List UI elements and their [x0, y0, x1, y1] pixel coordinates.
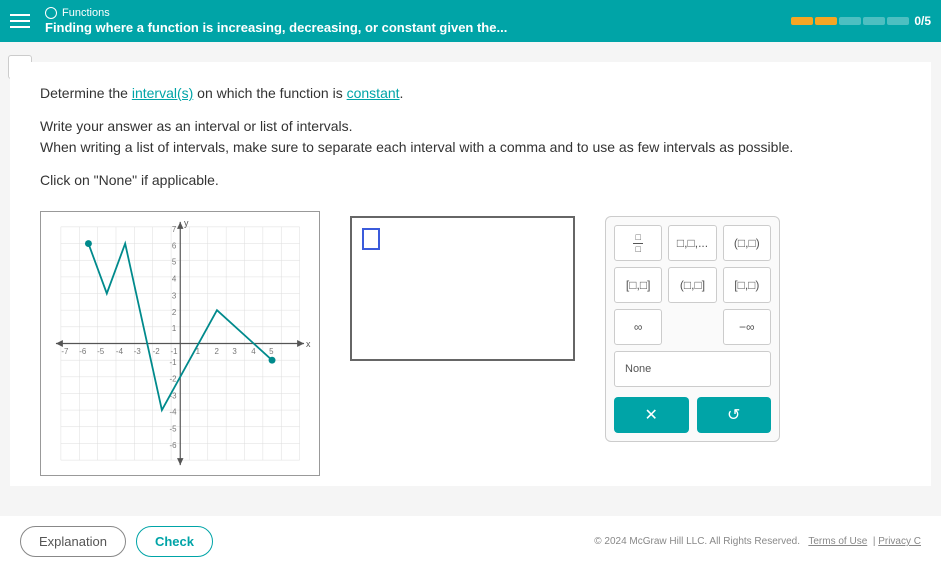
svg-text:-2: -2	[170, 375, 177, 384]
key-neg-infinity[interactable]: −∞	[723, 309, 771, 345]
graph-panel: x y -7-6-5-4-3-2-1 12345 7654321 -1-2-3-…	[40, 211, 320, 476]
svg-text:2: 2	[172, 309, 176, 318]
svg-text:4: 4	[251, 347, 256, 356]
answer-placeholder[interactable]	[362, 228, 380, 250]
work-area: x y -7-6-5-4-3-2-1 12345 7654321 -1-2-3-…	[40, 211, 901, 476]
svg-text:-4: -4	[170, 408, 178, 417]
svg-text:-6: -6	[170, 442, 178, 451]
svg-text:3: 3	[172, 292, 177, 301]
graph-svg: x y -7-6-5-4-3-2-1 12345 7654321 -1-2-3-…	[41, 212, 319, 475]
q-suffix: .	[400, 85, 404, 101]
svg-text:-4: -4	[116, 347, 124, 356]
app-header: Functions Finding where a function is in…	[0, 0, 941, 42]
svg-text:5: 5	[269, 347, 274, 356]
svg-text:-5: -5	[97, 347, 105, 356]
privacy-link[interactable]: Privacy C	[878, 536, 921, 547]
terms-link[interactable]: Terms of Use	[808, 536, 867, 547]
check-button[interactable]: Check	[136, 526, 213, 557]
reset-button[interactable]: ↺	[697, 397, 772, 433]
svg-text:x: x	[306, 339, 311, 349]
key-list[interactable]: □,□,...	[668, 225, 716, 261]
svg-text:y: y	[184, 218, 189, 228]
key-fraction[interactable]: □□	[614, 225, 662, 261]
key-interval-open-open[interactable]: (□,□)	[723, 225, 771, 261]
copyright-text: © 2024 McGraw Hill LLC. All Rights Reser…	[594, 536, 921, 547]
instruction-line1: Write your answer as an interval or list…	[40, 116, 901, 137]
question-text: Determine the interval(s) on which the f…	[40, 82, 901, 104]
answer-input[interactable]	[350, 216, 575, 361]
svg-text:7: 7	[172, 225, 176, 234]
constant-link[interactable]: constant	[347, 85, 400, 101]
instruction-block: Write your answer as an interval or list…	[40, 116, 901, 158]
svg-text:6: 6	[172, 242, 177, 251]
svg-text:-1: -1	[170, 358, 178, 367]
header-text: Functions Finding where a function is in…	[45, 7, 791, 35]
svg-text:2: 2	[215, 347, 219, 356]
clear-button[interactable]: ✕	[614, 397, 689, 433]
progress-bar	[791, 17, 909, 25]
svg-text:5: 5	[172, 258, 177, 267]
intervals-link[interactable]: interval(s)	[132, 85, 193, 101]
svg-text:-6: -6	[79, 347, 87, 356]
copyright-label: © 2024 McGraw Hill LLC. All Rights Reser…	[594, 536, 800, 547]
footer: Explanation Check © 2024 McGraw Hill LLC…	[0, 516, 941, 562]
key-interval-closed-open[interactable]: [□,□)	[723, 267, 771, 303]
svg-text:1: 1	[172, 324, 177, 333]
key-none[interactable]: None	[614, 351, 771, 387]
svg-text:-5: -5	[170, 425, 178, 434]
score-label: 0/5	[914, 14, 931, 28]
content-area: Determine the interval(s) on which the f…	[10, 62, 931, 486]
lesson-title: Finding where a function is increasing, …	[45, 20, 791, 35]
svg-text:-2: -2	[153, 347, 160, 356]
instruction-line3: Click on "None" if applicable.	[40, 170, 901, 191]
q-prefix: Determine the	[40, 85, 132, 101]
explanation-button[interactable]: Explanation	[20, 526, 126, 557]
svg-text:-1: -1	[171, 347, 179, 356]
menu-icon[interactable]	[10, 14, 30, 28]
q-middle: on which the function is	[193, 85, 346, 101]
instruction-line2: When writing a list of intervals, make s…	[40, 137, 901, 158]
svg-text:-3: -3	[134, 347, 142, 356]
key-infinity[interactable]: ∞	[614, 309, 662, 345]
svg-text:-7: -7	[61, 347, 68, 356]
svg-text:3: 3	[232, 347, 237, 356]
keypad: □□ □,□,... (□,□) [□,□] (□,□] [□,□) ∞ −∞ …	[605, 216, 780, 442]
key-interval-open-closed[interactable]: (□,□]	[668, 267, 716, 303]
svg-text:4: 4	[172, 275, 177, 284]
category-label: Functions	[45, 7, 791, 19]
key-interval-closed-closed[interactable]: [□,□]	[614, 267, 662, 303]
